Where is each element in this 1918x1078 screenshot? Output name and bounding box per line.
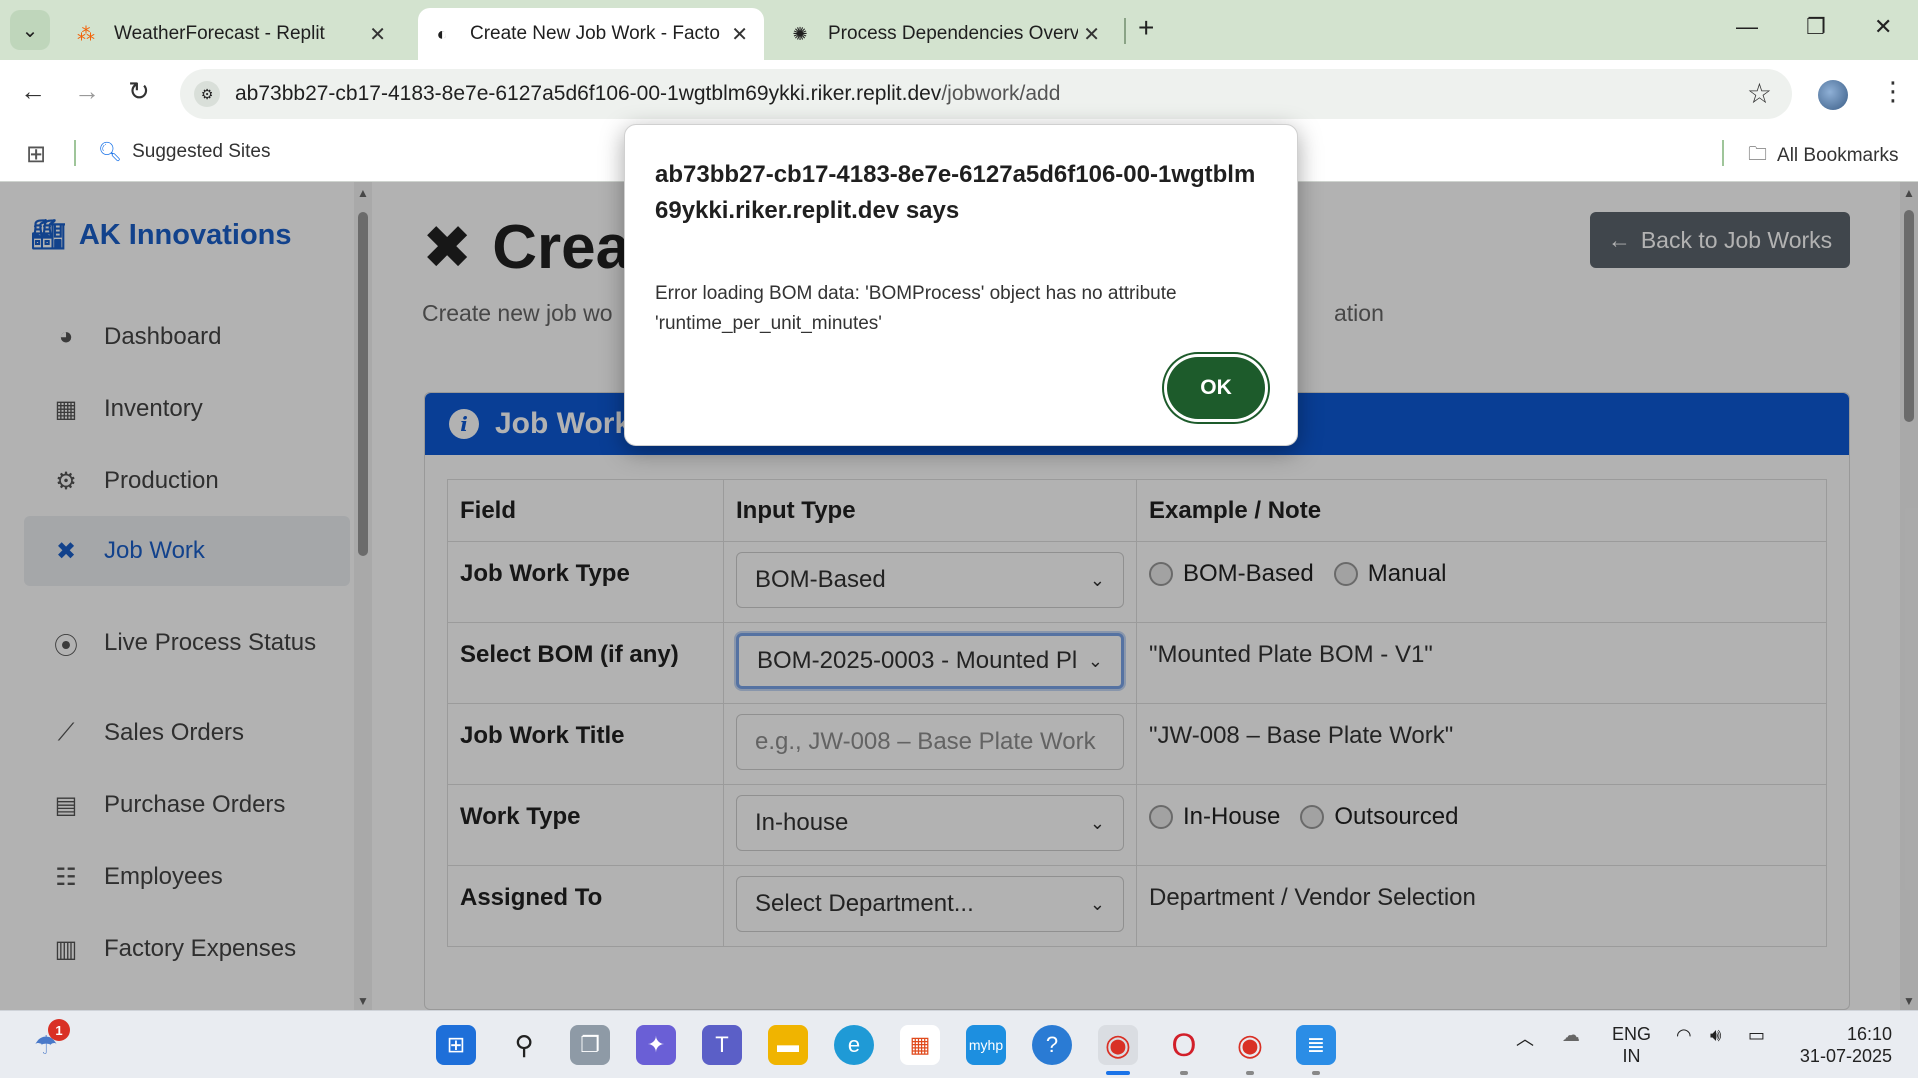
search-icon[interactable]: ⚲	[504, 1025, 544, 1065]
opera-running-indicator	[1180, 1071, 1188, 1075]
openai-icon: ✺	[792, 23, 808, 44]
close-tab-icon[interactable]: ✕	[369, 22, 386, 47]
bookmark-star-icon[interactable]: ☆	[1747, 77, 1772, 110]
ok-button[interactable]: OK	[1167, 357, 1265, 419]
window-close-icon[interactable]: ✕	[1874, 14, 1892, 40]
show-hidden-icons-chevron-icon[interactable]: ︿	[1516, 1025, 1534, 1051]
close-tab-icon[interactable]: ✕	[1083, 22, 1100, 47]
folder-icon: 🗀	[1748, 144, 1768, 165]
bookmarks-separator	[74, 140, 76, 166]
file-explorer-icon[interactable]: ▬	[768, 1025, 808, 1065]
language-indicator[interactable]: ENG IN	[1612, 1023, 1651, 1067]
tab-process-dependencies[interactable]: ✺ Process Dependencies Overview ✕	[776, 8, 1116, 60]
clock-time: 16:10	[1846, 1024, 1892, 1044]
all-bookmarks-button[interactable]: 🗀 All Bookmarks	[1748, 140, 1898, 172]
bookmarks-separator	[1722, 140, 1724, 166]
help-icon[interactable]: ?	[1032, 1025, 1072, 1065]
edge-icon[interactable]: e	[834, 1025, 874, 1065]
notepad-running-indicator	[1312, 1071, 1320, 1075]
windows-start-icon[interactable]: ⊞	[436, 1025, 476, 1065]
region-code: IN	[1622, 1046, 1641, 1066]
suggested-sites-bookmark[interactable]: 🔍︎ Suggested Sites	[98, 140, 271, 164]
dialog-origin: ab73bb27-cb17-4183-8e7e-6127a5d6f106-00-…	[655, 161, 1256, 224]
profile-avatar[interactable]	[1818, 80, 1848, 110]
teams-icon[interactable]: T	[702, 1025, 742, 1065]
clock-date: 31-07-2025	[1799, 1046, 1892, 1066]
globe-icon: ◐	[436, 23, 448, 44]
tab-search-chevron-icon[interactable]: ⌄	[10, 10, 50, 50]
onedrive-icon[interactable]: ☁	[1562, 1025, 1580, 1046]
site-settings-icon[interactable]: ⚙	[194, 81, 220, 107]
language-code: ENG	[1612, 1024, 1652, 1044]
copilot-icon[interactable]: ✦	[636, 1025, 676, 1065]
chrome-active-indicator	[1106, 1071, 1130, 1075]
chrome-running-indicator	[1246, 1071, 1254, 1075]
url-path: /jobwork/add	[941, 82, 1061, 105]
search-icon: 🔍︎	[98, 142, 123, 163]
browser-tab-bar: ⌄ ⁂ WeatherForecast - Replit ✕ ◐ Create …	[0, 0, 1918, 60]
notification-badge: 1	[48, 1019, 70, 1041]
browser-toolbar: ← → ↻ ⚙ ab73bb27-cb17-4183-8e7e-6127a5d6…	[0, 60, 1918, 126]
back-arrow-icon[interactable]: ←	[20, 76, 46, 107]
all-bookmarks-label: All Bookmarks	[1777, 145, 1899, 166]
apps-grid-icon[interactable]: ⊞	[26, 140, 46, 169]
myhp-icon[interactable]: myhp	[966, 1025, 1006, 1065]
minimize-icon[interactable]: —	[1736, 14, 1758, 40]
replit-icon: ⁂	[77, 23, 95, 44]
task-view-icon[interactable]: ❐	[570, 1025, 610, 1065]
new-tab-plus-icon[interactable]: +	[1138, 12, 1154, 44]
chrome-profile-icon[interactable]: ◉	[1230, 1025, 1270, 1065]
forward-arrow-icon[interactable]: →	[74, 76, 100, 107]
alert-dialog: ab73bb27-cb17-4183-8e7e-6127a5d6f106-00-…	[624, 124, 1298, 446]
browser-menu-icon[interactable]: ⋮	[1880, 76, 1906, 107]
url-host: ab73bb27-cb17-4183-8e7e-6127a5d6f106-00-…	[235, 82, 942, 105]
tab-separator	[1124, 18, 1126, 44]
restore-icon[interactable]: ❐	[1806, 14, 1826, 40]
microsoft-store-icon[interactable]: ▦	[900, 1025, 940, 1065]
reload-icon[interactable]: ↻	[128, 76, 150, 107]
dialog-message: Error loading BOM data: 'BOMProcess' obj…	[655, 283, 1177, 334]
suggested-sites-label: Suggested Sites	[132, 141, 271, 162]
opera-icon[interactable]: O	[1164, 1025, 1204, 1065]
address-bar[interactable]: ⚙ ab73bb27-cb17-4183-8e7e-6127a5d6f106-0…	[180, 69, 1792, 119]
clock[interactable]: 16:10 31-07-2025	[1796, 1023, 1892, 1067]
battery-icon[interactable]: ▭	[1748, 1025, 1765, 1046]
wifi-icon[interactable]: ◠	[1676, 1025, 1692, 1046]
url-text: ab73bb27-cb17-4183-8e7e-6127a5d6f106-00-…	[235, 82, 1060, 106]
tab-create-job-work[interactable]: ◐ Create New Job Work - Factory ✕	[418, 8, 764, 60]
tab-weatherforecast[interactable]: ⁂ WeatherForecast - Replit ✕	[62, 8, 402, 60]
chrome-icon[interactable]: ◉	[1098, 1025, 1138, 1065]
notepad-icon[interactable]: ≣	[1296, 1025, 1336, 1065]
windows-taskbar: ☂ 1 ⊞ ⚲ ❐ ✦ T ▬ e ▦ myhp ? ◉ O ◉ ≣ ︿ ☁ E…	[0, 1010, 1918, 1078]
close-tab-icon[interactable]: ✕	[731, 22, 748, 47]
volume-icon[interactable]: 🔊︎	[1710, 1025, 1721, 1046]
